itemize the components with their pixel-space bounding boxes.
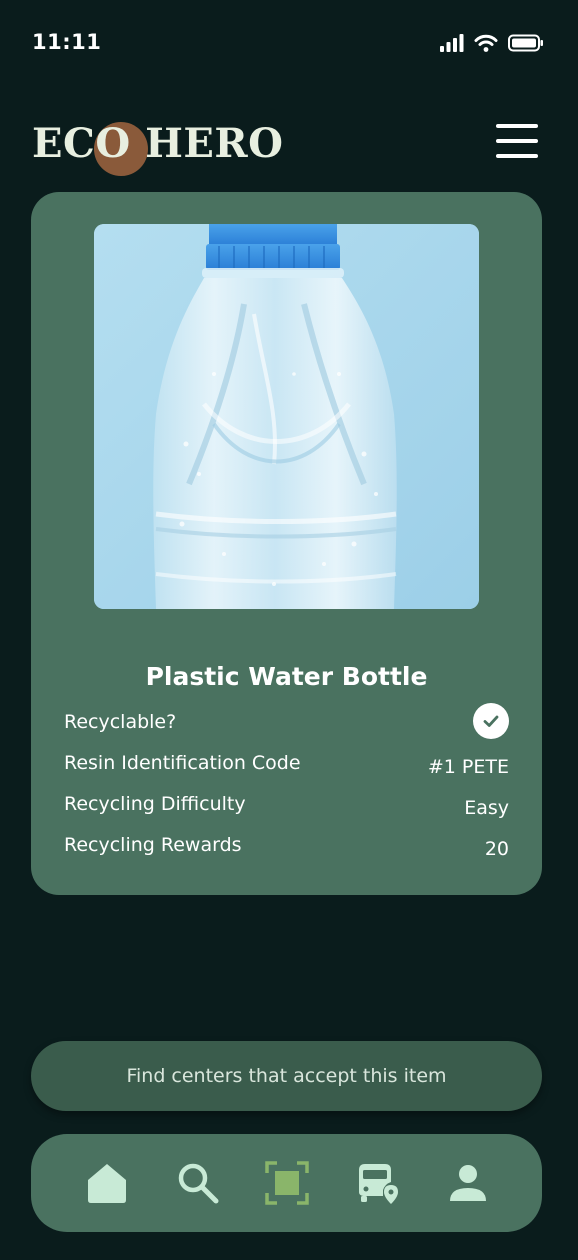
attr-row-rewards: Recycling Rewards 20 (64, 834, 509, 864)
status-time: 11:11 (32, 30, 102, 54)
bus-location-icon (359, 1164, 398, 1204)
scan-icon (265, 1161, 309, 1205)
wifi-icon (474, 34, 498, 52)
attr-value: Easy (464, 797, 509, 819)
attr-label: Resin Identification Code (64, 752, 301, 774)
logo-text: ECO HERO (32, 120, 284, 167)
nav-profile[interactable] (443, 1158, 493, 1208)
search-icon (178, 1163, 219, 1204)
item-name: Plastic Water Bottle (145, 662, 428, 691)
status-bar: 11:11 (0, 0, 578, 90)
battery-icon (508, 34, 543, 52)
signal-icon (440, 34, 464, 52)
item-photo (94, 224, 479, 609)
check-icon (473, 703, 509, 739)
attr-label: Recycling Rewards (64, 834, 242, 856)
attr-label: Recyclable? (64, 711, 177, 733)
home-icon (88, 1164, 126, 1203)
user-icon (450, 1165, 486, 1201)
find-centers-button[interactable]: Find centers that accept this item (31, 1041, 542, 1111)
app-header: ECO HERO (0, 110, 578, 180)
attr-row-resin-code: Resin Identification Code #1 PETE (64, 752, 509, 782)
status-icons (440, 34, 544, 52)
attr-row-recyclable: Recyclable? (64, 703, 509, 741)
plastic-water-bottle-photo (94, 224, 479, 609)
attr-row-difficulty: Recycling Difficulty Easy (64, 793, 509, 823)
nav-scan[interactable] (262, 1158, 312, 1208)
nav-transit[interactable] (353, 1158, 403, 1208)
hamburger-menu-icon (496, 124, 538, 128)
attr-value: 20 (484, 838, 509, 860)
attr-label: Recycling Difficulty (64, 793, 246, 815)
nav-home[interactable] (82, 1158, 132, 1208)
nav-search[interactable] (173, 1158, 223, 1208)
bottom-nav (31, 1134, 542, 1232)
menu-button[interactable] (496, 124, 538, 158)
eco-hero-logo[interactable]: ECO HERO (32, 118, 283, 178)
attr-value: #1 PETE (427, 756, 509, 778)
item-details-card: Plastic Water Bottle Recyclable? Resin I… (31, 192, 542, 895)
